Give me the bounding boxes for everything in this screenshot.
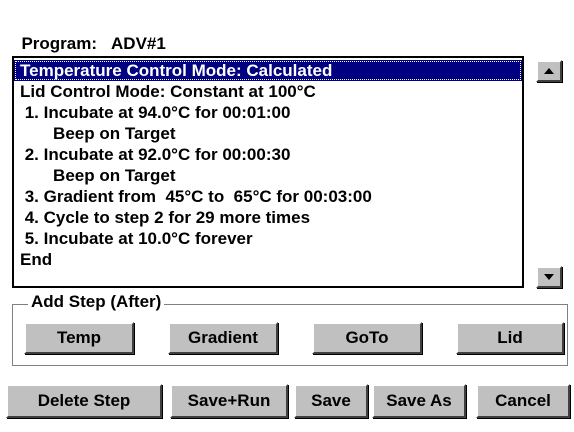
list-item-lid-mode[interactable]: Lid Control Mode: Constant at 100°C — [20, 81, 316, 102]
triangle-down-icon — [544, 274, 554, 280]
list-item-end[interactable]: End — [20, 249, 52, 270]
list-item-step-1-beep[interactable]: Beep on Target — [20, 123, 176, 144]
add-gradient-button[interactable]: Gradient — [168, 322, 278, 354]
add-goto-button[interactable]: GoTo — [312, 322, 422, 354]
list-item-step-1[interactable]: 1. Incubate at 94.0°C for 00:01:00 — [20, 102, 291, 123]
program-label: Program: — [21, 34, 98, 53]
scroll-up-button[interactable] — [536, 60, 562, 82]
list-item-step-2-beep[interactable]: Beep on Target — [20, 165, 176, 186]
save-run-button[interactable]: Save+Run — [170, 384, 288, 418]
list-item-step-4[interactable]: 4. Cycle to step 2 for 29 more times — [20, 207, 310, 228]
steps-list[interactable]: Temperature Control Mode: Calculated Lid… — [12, 56, 524, 288]
list-item-step-2[interactable]: 2. Incubate at 92.0°C for 00:00:30 — [20, 144, 291, 165]
add-lid-button[interactable]: Lid — [456, 322, 564, 354]
triangle-up-icon — [544, 68, 554, 74]
list-item-step-3[interactable]: 3. Gradient from 45°C to 65°C for 00:03:… — [20, 186, 372, 207]
list-item-step-5[interactable]: 5. Incubate at 10.0°C forever — [20, 228, 253, 249]
save-as-button[interactable]: Save As — [372, 384, 466, 418]
list-item-temperature-mode[interactable]: Temperature Control Mode: Calculated — [14, 60, 522, 81]
cancel-button[interactable]: Cancel — [476, 384, 570, 418]
save-button[interactable]: Save — [294, 384, 368, 418]
add-step-legend: Add Step (After) — [28, 292, 165, 312]
scroll-down-button[interactable] — [536, 266, 562, 288]
program-name: ADV#1 — [111, 34, 166, 53]
program-header: Program: ADV#1 — [12, 14, 166, 54]
add-temp-button[interactable]: Temp — [24, 322, 134, 354]
delete-step-button[interactable]: Delete Step — [6, 384, 162, 418]
